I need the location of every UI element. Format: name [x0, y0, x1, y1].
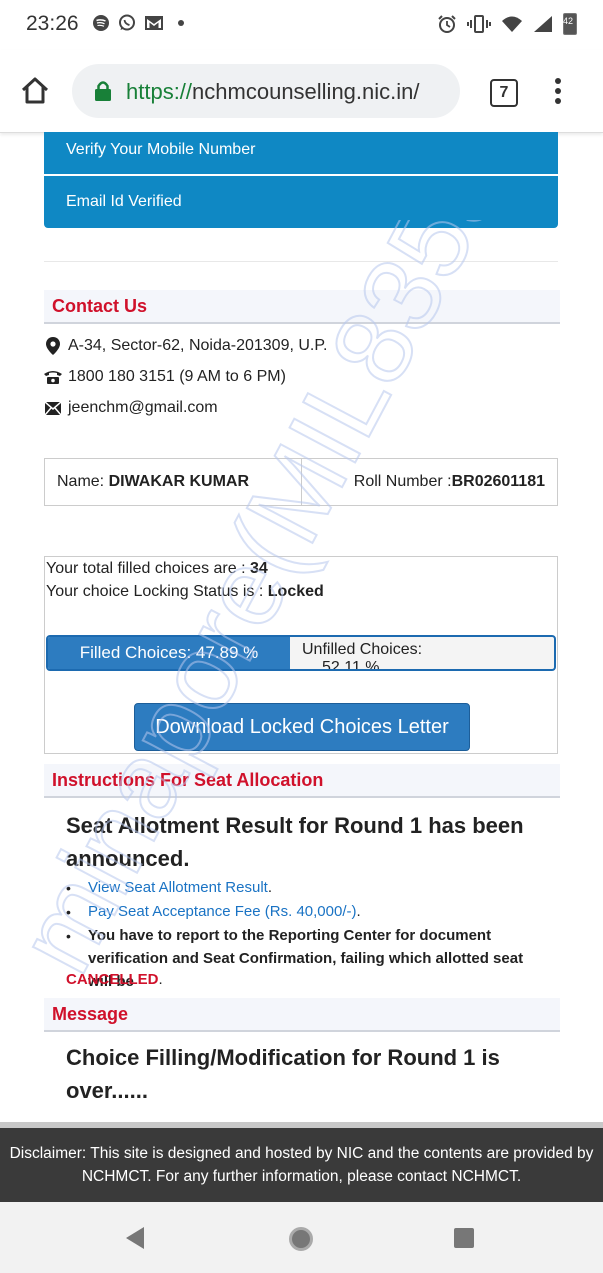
contact-heading-bar: Contact Us	[44, 290, 560, 324]
instructions-heading-bar: Instructions For Seat Allocation	[44, 764, 560, 798]
back-button[interactable]	[124, 1226, 146, 1255]
vibrate-icon	[467, 15, 491, 33]
contact-heading: Contact Us	[52, 296, 148, 316]
browser-toolbar: https://nchmcounselling.nic.in/ 7	[0, 50, 603, 133]
battery-level: 42	[563, 16, 574, 26]
unfilled-value: 52.11 %	[322, 659, 380, 671]
tab-switcher-button[interactable]: 7	[490, 79, 518, 107]
roll-label: Roll Number :	[353, 473, 452, 490]
battery-icon: 42	[563, 13, 577, 35]
spotify-icon	[93, 15, 109, 31]
url-host: nchmcounselling.nic.in/	[192, 79, 420, 104]
recents-button[interactable]	[454, 1228, 474, 1248]
locking-label: Your choice Locking Status is :	[46, 583, 268, 600]
email-verified-item[interactable]: Email Id Verified	[44, 176, 558, 228]
back-icon	[126, 1227, 144, 1249]
list-item: • Pay Seat Acceptance Fee (Rs. 40,000/-).	[66, 903, 361, 920]
total-label: Your total filled choices are :	[46, 560, 250, 577]
total-value: 34	[249, 560, 268, 577]
system-icons: 42	[437, 13, 577, 35]
choices-summary: Your total filled choices are : 34 Your …	[44, 556, 558, 754]
instructions-heading: Instructions For Seat Allocation	[52, 770, 324, 790]
more-notifications-dot	[178, 20, 184, 26]
disclaimer: Disclaimer: This site is designed and ho…	[0, 1128, 603, 1202]
candidate-info: Name: DIWAKAR KUMAR Roll Number :BR02601…	[44, 458, 558, 506]
address-text: A-34, Sector-62, Noida-201309, U.P.	[68, 337, 328, 354]
roll-value: BR02601181	[451, 473, 545, 490]
download-locked-choices-button[interactable]: Download Locked Choices Letter	[134, 703, 470, 751]
whatsapp-icon	[119, 14, 135, 31]
home-button[interactable]	[20, 76, 50, 111]
cancel-suffix: .	[158, 971, 163, 988]
signal-icon	[534, 16, 552, 32]
phone-text: 1800 180 3151 (9 AM to 6 PM)	[68, 368, 286, 385]
contact-address: A-34, Sector-62, Noida-201309, U.P.	[44, 337, 327, 355]
name-label: Name:	[57, 473, 109, 490]
view-result-link[interactable]: View Seat Allotment Result	[88, 879, 268, 896]
link2-suffix: .	[356, 903, 361, 920]
map-marker-icon	[44, 337, 62, 355]
status-time: 23:26	[26, 12, 79, 35]
unfilled-label: Unfilled Choices:	[302, 641, 423, 658]
email-text[interactable]: jeenchm@gmail.com	[68, 399, 218, 417]
locking-status: Your choice Locking Status is : Locked	[46, 583, 324, 601]
home-nav-button[interactable]	[289, 1227, 313, 1251]
filled-choices-bar: Filled Choices: 47.89 %	[48, 637, 290, 669]
status-bar: 23:26 42	[0, 0, 603, 50]
message-text: Choice Filling/Modification for Round 1 …	[66, 1045, 500, 1103]
url-text[interactable]: https://nchmcounselling.nic.in/	[126, 79, 456, 105]
page-content: Verify Your Mobile Number Email Id Verif…	[0, 132, 603, 1122]
total-choices: Your total filled choices are : 34	[46, 560, 268, 578]
verification-menu: Verify Your Mobile Number Email Id Verif…	[44, 132, 558, 228]
home-icon	[21, 77, 49, 104]
overflow-menu-button[interactable]	[555, 78, 563, 108]
cancelled-text: CANCELLED	[66, 971, 159, 988]
phone-icon	[44, 370, 62, 384]
contact-email: jeenchm@gmail.com	[44, 399, 218, 417]
list-item: • View Seat Allotment Result.	[66, 879, 272, 896]
url-bar[interactable]: https://nchmcounselling.nic.in/	[72, 64, 460, 118]
divider	[44, 261, 558, 262]
choices-progress-bar: Filled Choices: 47.89 % Unfilled Choices…	[46, 635, 556, 671]
alarm-icon	[438, 15, 456, 33]
message-heading: Message	[52, 1004, 129, 1024]
envelope-icon	[44, 401, 62, 415]
android-nav-bar	[0, 1202, 603, 1273]
candidate-name: Name: DIWAKAR KUMAR	[45, 459, 302, 505]
allotment-announcement: Seat Allotment Result for Round 1 has be…	[66, 813, 524, 871]
name-value: DIWAKAR KUMAR	[108, 473, 250, 490]
pay-fee-link[interactable]: Pay Seat Acceptance Fee (Rs. 40,000/-)	[88, 903, 356, 920]
wifi-icon	[502, 16, 522, 32]
gmail-icon	[145, 16, 163, 30]
url-scheme: https://	[126, 79, 193, 104]
candidate-roll: Roll Number :BR02601181	[302, 459, 558, 505]
message-heading-bar: Message	[44, 998, 560, 1032]
locking-value: Locked	[267, 583, 324, 600]
lock-icon	[94, 80, 112, 107]
verify-mobile-item[interactable]: Verify Your Mobile Number	[44, 132, 558, 176]
link1-suffix: .	[267, 879, 272, 896]
notification-icons	[92, 14, 184, 32]
unfilled-choices-label: Unfilled Choices: 52.11 %	[290, 637, 423, 671]
contact-phone: 1800 180 3151 (9 AM to 6 PM)	[44, 368, 286, 386]
cancel-line: CANCELLED.	[66, 968, 163, 991]
